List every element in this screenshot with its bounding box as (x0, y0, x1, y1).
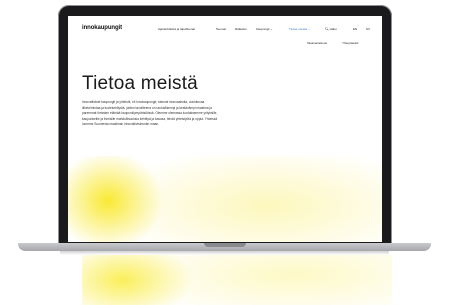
search-icon: 🔍︎ (325, 27, 329, 31)
site-logo[interactable]: innokaupungit (82, 25, 122, 31)
nav-item-solution[interactable]: Ratkaisu (235, 27, 247, 31)
page-gradient-below (82, 255, 392, 305)
search-label: Haku (329, 27, 337, 31)
paragraph-line: luomme Suomesta maailman innovatiivisimm… (82, 122, 160, 127)
intro-paragraph: Innovatiiviset kaupungit ja yhteisöt, el… (82, 100, 282, 128)
search-button[interactable]: 🔍︎ Haku (325, 27, 337, 31)
nav-item-themes[interactable]: Teemat (216, 27, 226, 31)
lang-en[interactable]: EN (353, 27, 357, 31)
subnav-contact[interactable]: Yhteystiedot (342, 41, 359, 45)
laptop-notch (204, 243, 246, 247)
lang-sv[interactable]: SV (366, 27, 370, 31)
page-title: Tietoa meistä (82, 73, 198, 94)
nav-item-about[interactable]: Tietoa meistä ⌄ (289, 27, 310, 31)
hero-gradient (68, 156, 382, 242)
subnav-equality[interactable]: Tasavertaisuus (307, 41, 327, 45)
nav-item-cities[interactable]: Kaupungit ⌄ (256, 27, 273, 31)
laptop-screen: innokaupungit Ajankohtaista ja tapahtuma… (68, 16, 382, 242)
nav-item-news[interactable]: Ajankohtaista ja tapahtumat (158, 27, 195, 31)
